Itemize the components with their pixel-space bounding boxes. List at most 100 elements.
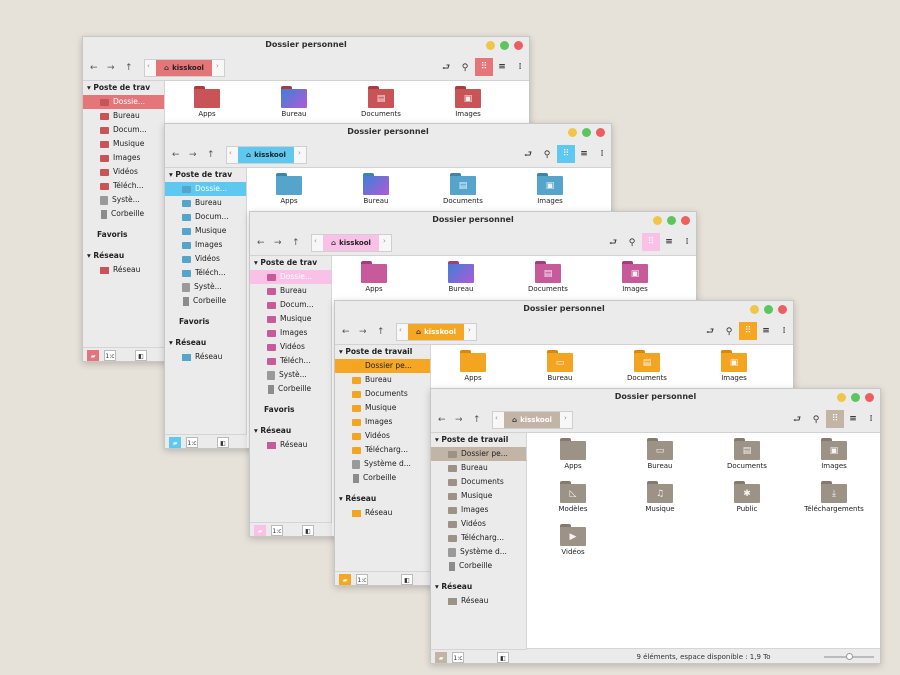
path-segment-home[interactable]: ⌂ kisskool [156,60,212,76]
show-places-button[interactable]: ▰ [435,652,447,663]
sidebar-item[interactable]: Réseau [250,438,331,452]
file-item[interactable]: Apps [433,350,513,382]
search-button[interactable]: ⚲ [721,324,737,340]
back-button[interactable]: ← [257,236,265,250]
sidebar-section-network[interactable]: ▾ Réseau [431,580,526,594]
zoom-slider[interactable] [824,653,874,660]
title-bar[interactable]: Dossier personnel [165,124,611,142]
sidebar-item[interactable]: Images [431,503,526,517]
compact-view-button[interactable]: ⁞ [775,322,793,340]
back-button[interactable]: ← [90,61,98,75]
sidebar-item[interactable]: Images [250,326,331,340]
file-item[interactable]: ▭ Bureau [620,438,700,470]
sidebar-item[interactable]: Réseau [335,506,430,520]
forward-button[interactable]: → [359,325,367,339]
show-places-button[interactable]: ▰ [254,525,266,536]
list-view-button[interactable]: ≡ [660,233,678,251]
hide-sidebar-button[interactable]: ◧ [497,652,509,663]
sidebar-item[interactable]: Docum... [165,210,246,224]
sidebar-item[interactable]: Télécharg... [431,531,526,545]
file-item[interactable]: ▤ Documents [423,173,503,205]
path-segment-home[interactable]: ⌂ kisskool [408,324,464,340]
close-button[interactable] [778,305,787,314]
sidebar-item[interactable]: Système d... [431,545,526,559]
sidebar-item[interactable]: Images [165,238,246,252]
path-scroll-left-button[interactable]: ‹ [314,237,317,245]
sidebar-item[interactable]: Musique [165,224,246,238]
zoom-slider-handle[interactable] [846,653,853,660]
sidebar-section-places[interactable]: ▾ Poste de trav [83,81,164,95]
file-item[interactable]: ▤ Documents [707,438,787,470]
sidebar-item[interactable]: Docum... [83,123,164,137]
sidebar-item[interactable]: Dossie... [250,270,331,284]
file-item[interactable]: ▤ Documents [341,86,421,118]
file-item[interactable]: ▤ Documents [508,261,588,293]
file-item[interactable]: Apps [533,438,613,470]
sidebar-section-places[interactable]: ▾ Poste de trav [250,256,331,270]
close-button[interactable] [865,393,874,402]
file-item[interactable]: ✱ Public [707,481,787,513]
title-bar[interactable]: Dossier personnel [335,301,793,319]
sidebar-item[interactable]: Téléch... [165,266,246,280]
list-view-button[interactable]: ≡ [757,322,775,340]
sidebar-item[interactable]: Musique [431,489,526,503]
file-item[interactable]: ▤ Documents [607,350,687,382]
hide-sidebar-button[interactable]: ◧ [135,350,147,361]
file-item[interactable]: Apps [167,86,247,118]
list-view-button[interactable]: ≡ [844,410,862,428]
icon-view-button[interactable]: ⠿ [739,322,757,340]
show-tree-button[interactable]: 1:c [186,437,198,448]
file-item[interactable]: ▣ Images [694,350,774,382]
sidebar-item[interactable]: Dossier pe... [431,447,526,461]
title-bar[interactable]: Dossier personnel [83,37,529,55]
sidebar-item[interactable]: Bureau [83,109,164,123]
sidebar-item[interactable]: Corbeille [83,207,164,221]
minimize-button[interactable] [837,393,846,402]
sidebar-item[interactable]: Téléch... [83,179,164,193]
sidebar-item[interactable]: Dossier pe... [335,359,430,373]
forward-button[interactable]: → [274,236,282,250]
sidebar-item[interactable]: Réseau [165,350,246,364]
path-scroll-left-button[interactable]: ‹ [399,326,402,334]
minimize-button[interactable] [568,128,577,137]
sidebar-item[interactable]: Dossie... [165,182,246,196]
file-item[interactable]: Bureau [336,173,416,205]
sidebar-item[interactable]: Corbeille [165,294,246,308]
file-item[interactable]: Bureau [421,261,501,293]
hide-sidebar-button[interactable]: ◧ [401,574,413,585]
up-button[interactable]: ↑ [473,413,481,427]
sidebar-section-places[interactable]: ▾ Poste de trav [165,168,246,182]
sidebar-section-network[interactable]: ▾ Réseau [165,336,246,350]
maximize-button[interactable] [851,393,860,402]
sidebar-section-favorites[interactable]: Favoris [165,315,246,329]
sidebar-item[interactable]: Systè... [83,193,164,207]
close-button[interactable] [514,41,523,50]
maximize-button[interactable] [667,216,676,225]
icon-view-button[interactable]: ⠿ [826,410,844,428]
compact-view-button[interactable]: ⁞ [593,145,611,163]
close-button[interactable] [596,128,605,137]
forward-button[interactable]: → [455,413,463,427]
show-places-button[interactable]: ▰ [169,437,181,448]
open-terminal-button[interactable]: ⮐ [605,235,621,251]
sidebar-item[interactable]: Bureau [250,284,331,298]
minimize-button[interactable] [486,41,495,50]
maximize-button[interactable] [500,41,509,50]
sidebar-item[interactable]: Corbeille [431,559,526,573]
open-terminal-button[interactable]: ⮐ [438,60,454,76]
sidebar-section-places[interactable]: ▾ Poste de travail [335,345,430,359]
show-tree-button[interactable]: 1:c [356,574,368,585]
show-tree-button[interactable]: 1:c [452,652,464,663]
sidebar-item[interactable]: Vidéos [165,252,246,266]
sidebar-item[interactable]: Dossie... [83,95,164,109]
sidebar-item[interactable]: Réseau [431,594,526,608]
path-scroll-right-button[interactable]: › [216,62,219,70]
sidebar-item[interactable]: Téléch... [250,354,331,368]
path-scroll-right-button[interactable]: › [298,149,301,157]
up-button[interactable]: ↑ [207,148,215,162]
file-item[interactable]: ▣ Images [595,261,675,293]
compact-view-button[interactable]: ⁞ [678,233,696,251]
path-scroll-left-button[interactable]: ‹ [147,62,150,70]
sidebar-item[interactable]: Bureau [335,373,430,387]
sidebar-item[interactable]: Musique [335,401,430,415]
